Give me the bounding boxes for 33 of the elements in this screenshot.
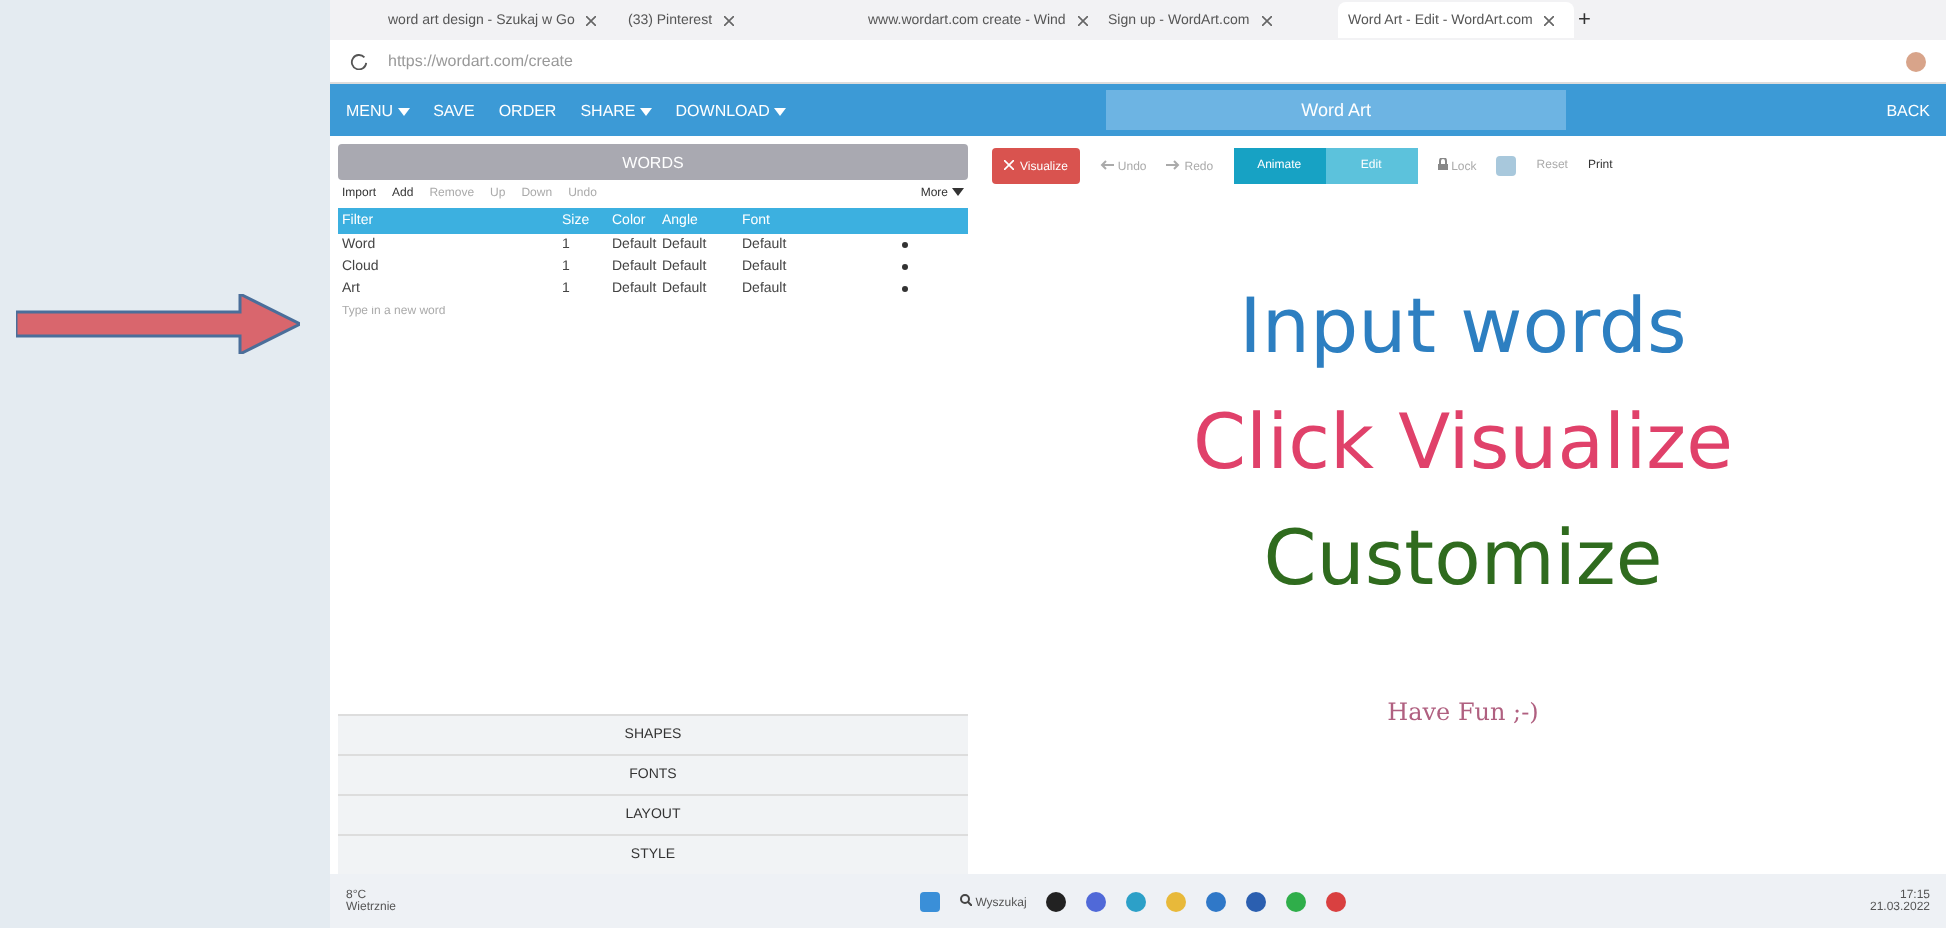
canvas-note: Have Fun ;-) [1387, 697, 1539, 725]
profile-avatar [1906, 51, 1926, 71]
reload-icon[interactable] [350, 52, 368, 70]
dot-icon[interactable] [902, 264, 908, 270]
canvas-text: Customize [1263, 513, 1663, 601]
dot-icon[interactable] [902, 242, 908, 248]
canvas-text: Click Visualize [1193, 397, 1733, 485]
close-icon[interactable] [1077, 15, 1088, 25]
lock-icon [1437, 158, 1448, 170]
dot-icon[interactable] [902, 286, 908, 292]
close-icon[interactable] [724, 15, 735, 25]
close-icon[interactable] [1544, 15, 1555, 25]
new-tab-button[interactable]: + [1578, 8, 1591, 32]
menu-button[interactable]: SHARE [580, 101, 652, 119]
close-icon[interactable] [586, 15, 597, 25]
address-field[interactable]: https://wordart.com/create [388, 52, 1886, 70]
arrow-icon [1099, 159, 1114, 169]
cross-icon [1004, 159, 1014, 169]
menu-button[interactable]: DOWNLOAD [675, 101, 786, 119]
taskbar-app-icon[interactable] [1046, 891, 1067, 911]
canvas-text: Input words [1239, 281, 1687, 369]
menu-button[interactable]: SAVE [433, 101, 475, 119]
caret-icon [952, 188, 964, 196]
app-title: Word Art [1106, 90, 1567, 130]
start-icon[interactable] [919, 891, 940, 911]
menu-button[interactable]: ORDER [498, 101, 557, 119]
arrow-icon [1166, 159, 1181, 169]
back-button[interactable]: BACK [1886, 101, 1930, 119]
column-header [898, 208, 968, 234]
panel-header: WORDS [338, 144, 968, 180]
close-icon[interactable] [1261, 15, 1272, 25]
menu-button[interactable]: MENU [346, 101, 410, 119]
search-icon [959, 893, 972, 905]
